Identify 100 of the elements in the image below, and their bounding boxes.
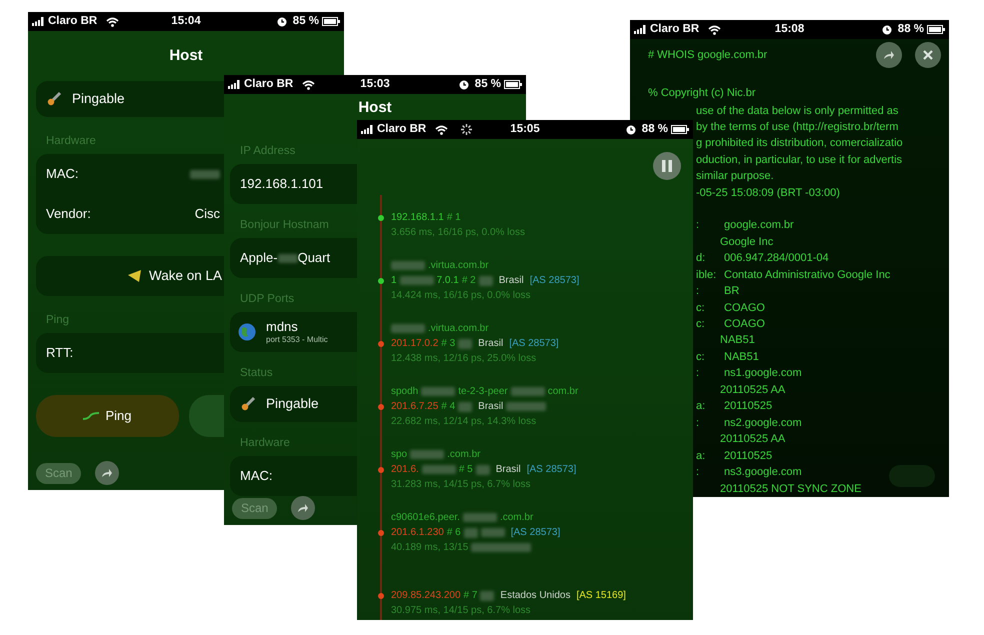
hop-stats: 30.975 ms, 14/15 ps, 6.7% loss: [391, 604, 531, 618]
blurred-text: [391, 324, 425, 333]
field-label: RTT:: [46, 344, 74, 362]
blurred-text: [278, 254, 298, 262]
whois-key: c:: [696, 348, 724, 366]
blurred-flag: [480, 590, 494, 600]
blurred-text: [506, 402, 546, 411]
wake-button[interactable]: Wake on LA: [36, 256, 224, 296]
share-icon: [101, 468, 114, 478]
whois-key: a:: [696, 398, 724, 415]
carrier-name: Claro BR: [377, 122, 426, 137]
blurred-text: [391, 261, 425, 270]
pause-button[interactable]: [653, 152, 681, 180]
field-value: Cisc: [194, 205, 220, 224]
clock-time: 15:08: [774, 22, 804, 37]
field-label: 192.168.1.101: [240, 175, 324, 194]
command-line: # WHOIS google.com.br: [648, 48, 768, 63]
country-name: Brasil: [478, 400, 504, 414]
clock-time: 15:03: [360, 76, 390, 92]
blurred-flag: [476, 464, 490, 474]
whois-key: c:: [696, 316, 724, 332]
section-header: IP Address: [239, 144, 296, 158]
blurred-text: [190, 170, 220, 178]
ip-address: 209.85.243.200: [391, 589, 461, 603]
battery-icon: [671, 125, 690, 134]
hop-number: # 1: [446, 211, 461, 225]
hop-number: # 4: [441, 400, 456, 414]
whois-value: ns2.google.com: [724, 416, 802, 431]
ip-address: 201.6.1.230: [391, 526, 444, 540]
whois-key: :: [696, 283, 724, 300]
port-details: port 5353 - Multic: [266, 334, 328, 344]
hop-stats: 14.424 ms, 16/16 ps, 0.0% loss: [391, 289, 531, 303]
ip-address: 201.6.: [391, 463, 419, 477]
battery-icon: [322, 17, 340, 26]
wifi-icon: [708, 24, 722, 34]
hostname: spo: [391, 448, 408, 462]
clock-time: 15:05: [510, 122, 540, 137]
whois-key: :: [696, 217, 724, 234]
signal-icon: [228, 80, 241, 89]
hop-number: # 5: [458, 463, 473, 477]
clock-time: 15:04: [171, 14, 201, 29]
spinner-icon: [461, 124, 472, 135]
wifi-icon: [106, 16, 120, 26]
hop-stats: 12.438 ms, 12/16 ps, 25.0% loss: [391, 352, 536, 366]
whois-value: google.com.br: [724, 218, 794, 234]
field-label: MAC:: [240, 467, 272, 486]
blurred-flag: [478, 276, 493, 286]
ping-button[interactable]: Ping: [36, 395, 179, 437]
whois-line: similar purpose.: [696, 169, 775, 184]
ip-address: 7.0.1: [436, 274, 459, 288]
whois-value: ns3.google.com: [724, 465, 802, 480]
wifi-icon: [435, 124, 448, 134]
hostname: te-2-3-peer: [458, 385, 508, 399]
battery-percentage: 85 %: [474, 76, 502, 92]
carrier-name: Claro BR: [244, 76, 294, 92]
whois-key: :: [696, 464, 724, 481]
section-header: Hardware: [239, 436, 291, 450]
as-number: [AS 28573]: [510, 526, 560, 540]
whois-key: :: [696, 365, 724, 382]
whois-value: 006.947.284/0001-04: [724, 251, 829, 266]
hostname: com.br: [548, 385, 578, 399]
signal-icon: [634, 25, 647, 34]
close-icon: [923, 50, 933, 60]
battery-percentage: 88 %: [898, 22, 924, 37]
share-button[interactable]: [95, 461, 120, 485]
alarm-icon: [276, 16, 287, 26]
whois-line: g prohibited its distribution, comercializatio: [696, 136, 904, 152]
hostname: c90601e6.peer.: [391, 511, 460, 525]
section-header: Ping: [45, 313, 70, 327]
country-name: Estados Unidos: [500, 589, 570, 603]
hop-number: # 3: [441, 337, 456, 351]
alarm-icon: [458, 80, 469, 90]
whois-value: ns1.google.com: [724, 366, 802, 382]
close-button[interactable]: [915, 42, 941, 68]
hostname: .virtua.com.br: [428, 259, 489, 273]
whois-line: % Copyright (c) Nic.br: [647, 86, 757, 102]
whois-key: ible:: [696, 266, 724, 284]
whois-value: COAGO: [724, 317, 765, 332]
ip-address: 192.168.1.1: [391, 211, 444, 225]
whois-value: Google Inc: [720, 234, 774, 250]
hop-number: # 2: [462, 274, 476, 288]
hostname: .com.br: [500, 511, 534, 525]
port-name: mdns: [266, 320, 299, 334]
whois-value: 20110525: [724, 448, 772, 464]
carrier-name: Claro BR: [48, 14, 98, 29]
share-button[interactable]: [291, 496, 316, 520]
country-name: Brasil: [478, 337, 504, 351]
whois-value: BR: [724, 284, 740, 300]
whois-value: 20110525 AA: [720, 382, 786, 398]
ip-address: 201.17.0.2: [391, 337, 438, 351]
whois-value: 20110525 NOT SYNC ZONE: [720, 482, 862, 497]
field-value: Apple-: [240, 249, 278, 268]
blurred-text: [510, 387, 545, 396]
battery-icon: [927, 25, 946, 34]
alarm-icon: [882, 24, 892, 34]
alarm-icon: [626, 124, 636, 134]
wave-icon: [83, 412, 100, 420]
share-button[interactable]: [876, 42, 902, 68]
share-icon: [297, 503, 310, 513]
whois-value: COAGO: [724, 300, 765, 316]
